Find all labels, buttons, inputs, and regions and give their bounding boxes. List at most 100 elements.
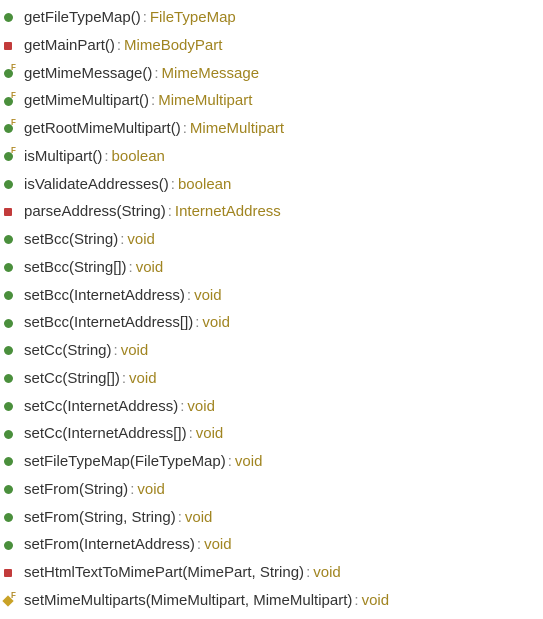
visibility-icon-wrap (4, 430, 24, 439)
method-item[interactable]: getFileTypeMap():FileTypeMap (0, 4, 543, 32)
return-type: MimeBodyPart (124, 35, 222, 57)
method-item[interactable]: setFrom(InternetAddress):void (0, 531, 543, 559)
type-separator: : (197, 534, 201, 556)
method-item[interactable]: parseAddress(String):InternetAddress (0, 198, 543, 226)
method-item[interactable]: setFrom(String):void (0, 476, 543, 504)
visibility-icon-wrap (4, 513, 24, 522)
return-type: void (362, 590, 390, 612)
return-type: void (313, 562, 341, 584)
type-separator: : (117, 35, 121, 57)
visibility-icon-wrap (4, 42, 24, 50)
method-item[interactable]: getMainPart():MimeBodyPart (0, 32, 543, 60)
method-signature: setFileTypeMap(FileTypeMap) (24, 451, 226, 473)
return-type: void (127, 229, 155, 251)
method-signature: getMainPart() (24, 35, 115, 57)
method-signature: setFrom(InternetAddress) (24, 534, 195, 556)
public-visibility-icon (4, 291, 13, 300)
method-signature: setCc(InternetAddress) (24, 396, 178, 418)
public-visibility-icon (4, 263, 13, 272)
method-item[interactable]: setHtmlTextToMimePart(MimePart, String):… (0, 559, 543, 587)
return-type: void (202, 312, 230, 334)
method-signature: setBcc(String[]) (24, 257, 127, 279)
method-signature: setCc(String[]) (24, 368, 120, 390)
public-visibility-icon (4, 235, 13, 244)
type-separator: : (143, 7, 147, 29)
return-type: void (204, 534, 232, 556)
type-separator: : (187, 285, 191, 307)
final-badge-icon: F (11, 119, 16, 127)
method-item[interactable]: setBcc(InternetAddress[]):void (0, 309, 543, 337)
type-separator: : (195, 312, 199, 334)
return-type: void (194, 285, 222, 307)
return-type: boolean (178, 174, 231, 196)
method-item[interactable]: FgetMimeMessage():MimeMessage (0, 60, 543, 88)
type-separator: : (122, 368, 126, 390)
method-item[interactable]: setBcc(String):void (0, 226, 543, 254)
final-badge-icon: F (11, 92, 16, 100)
method-item[interactable]: FsetMimeMultiparts(MimeMultipart, MimeMu… (0, 587, 543, 615)
method-signature: getFileTypeMap() (24, 7, 141, 29)
public-visibility-icon (4, 457, 13, 466)
public-visibility-icon (4, 513, 13, 522)
method-item[interactable]: setFileTypeMap(FileTypeMap):void (0, 448, 543, 476)
private-visibility-icon (4, 569, 12, 577)
return-type: void (129, 368, 157, 390)
return-type: void (187, 396, 215, 418)
visibility-icon-wrap (4, 374, 24, 383)
visibility-icon-wrap (4, 569, 24, 577)
type-separator: : (228, 451, 232, 473)
visibility-icon-wrap (4, 180, 24, 189)
visibility-icon-wrap (4, 208, 24, 216)
type-separator: : (171, 174, 175, 196)
visibility-icon-wrap (4, 263, 24, 272)
visibility-icon-wrap (4, 485, 24, 494)
final-badge-icon: F (11, 147, 16, 155)
visibility-icon-wrap (4, 457, 24, 466)
type-separator: : (130, 479, 134, 501)
method-signature: getRootMimeMultipart() (24, 118, 181, 140)
method-item[interactable]: FgetMimeMultipart():MimeMultipart (0, 87, 543, 115)
return-type: void (136, 257, 164, 279)
method-signature: setFrom(String) (24, 479, 128, 501)
public-visibility-icon (4, 541, 13, 550)
return-type: MimeMessage (162, 63, 260, 85)
method-item[interactable]: setCc(InternetAddress):void (0, 393, 543, 421)
method-item[interactable]: isValidateAddresses():boolean (0, 171, 543, 199)
return-type: void (185, 507, 213, 529)
return-type: void (196, 423, 224, 445)
type-separator: : (354, 590, 358, 612)
visibility-icon-wrap: F (4, 597, 24, 605)
return-type: MimeMultipart (190, 118, 284, 140)
public-visibility-icon (4, 13, 13, 22)
private-visibility-icon (4, 42, 12, 50)
method-item[interactable]: setCc(String[]):void (0, 365, 543, 393)
public-visibility-icon (4, 374, 13, 383)
type-separator: : (180, 396, 184, 418)
method-item[interactable]: setCc(String):void (0, 337, 543, 365)
method-item[interactable]: setBcc(String[]):void (0, 254, 543, 282)
visibility-icon-wrap: F (4, 69, 24, 78)
method-signature: setBcc(InternetAddress) (24, 285, 185, 307)
visibility-icon-wrap (4, 541, 24, 550)
final-badge-icon: F (11, 592, 16, 600)
return-type: void (235, 451, 263, 473)
method-signature: getMimeMessage() (24, 63, 152, 85)
method-item[interactable]: FgetRootMimeMultipart():MimeMultipart (0, 115, 543, 143)
public-visibility-icon (4, 430, 13, 439)
public-visibility-icon (4, 346, 13, 355)
method-signature: setCc(InternetAddress[]) (24, 423, 187, 445)
method-item[interactable]: setCc(InternetAddress[]):void (0, 420, 543, 448)
method-signature: setFrom(String, String) (24, 507, 176, 529)
method-item[interactable]: setFrom(String, String):void (0, 504, 543, 532)
type-separator: : (154, 63, 158, 85)
type-separator: : (151, 90, 155, 112)
method-signature: setBcc(String) (24, 229, 118, 251)
public-visibility-icon (4, 180, 13, 189)
visibility-icon-wrap: F (4, 97, 24, 106)
return-type: void (121, 340, 149, 362)
public-visibility-icon (4, 485, 13, 494)
method-signature: parseAddress(String) (24, 201, 166, 223)
method-item[interactable]: FisMultipart():boolean (0, 143, 543, 171)
method-signature: getMimeMultipart() (24, 90, 149, 112)
method-item[interactable]: setBcc(InternetAddress):void (0, 282, 543, 310)
